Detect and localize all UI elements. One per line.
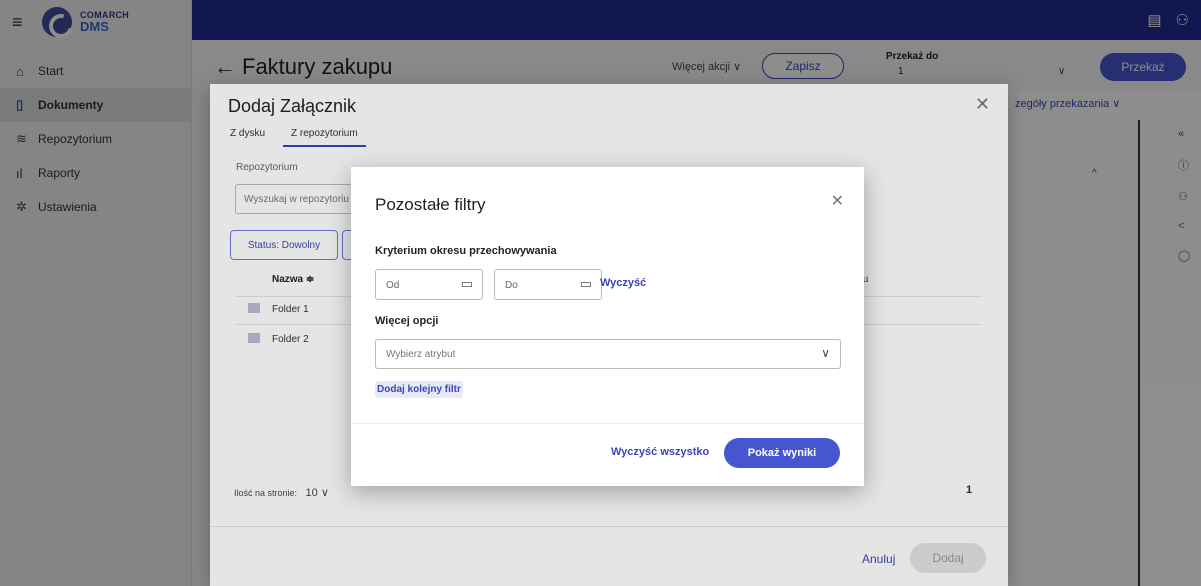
date-from-placeholder: Od [386, 280, 400, 291]
calendar-icon[interactable]: ▭ [580, 276, 592, 292]
filters-dialog-title: Pozostałe filtry [375, 195, 486, 214]
date-from-field[interactable]: Od ▭ [375, 269, 483, 300]
show-results-button[interactable]: Pokaż wyniki [724, 438, 840, 468]
date-to-placeholder: Do [505, 280, 518, 291]
date-to-field[interactable]: Do ▭ [494, 269, 602, 300]
clear-dates-link[interactable]: Wyczyść [600, 277, 646, 289]
add-filter-button[interactable]: Dodaj kolejny filtr [375, 381, 463, 398]
clear-all-button[interactable]: Wyczyść wszystko [611, 446, 709, 458]
attribute-placeholder: Wybierz atrybut [386, 349, 456, 360]
filters-dialog-divider [351, 423, 864, 424]
calendar-icon[interactable]: ▭ [461, 276, 473, 292]
close-icon[interactable]: ✕ [831, 191, 844, 211]
filters-dialog: Pozostałe filtry ✕ Kryterium okresu prze… [351, 167, 864, 486]
chevron-down-icon: ∨ [821, 346, 830, 360]
attribute-select[interactable]: Wybierz atrybut ∨ [375, 339, 841, 369]
retention-criterion-label: Kryterium okresu przechowywania [375, 245, 557, 257]
more-options-label: Więcej opcji [375, 315, 439, 327]
